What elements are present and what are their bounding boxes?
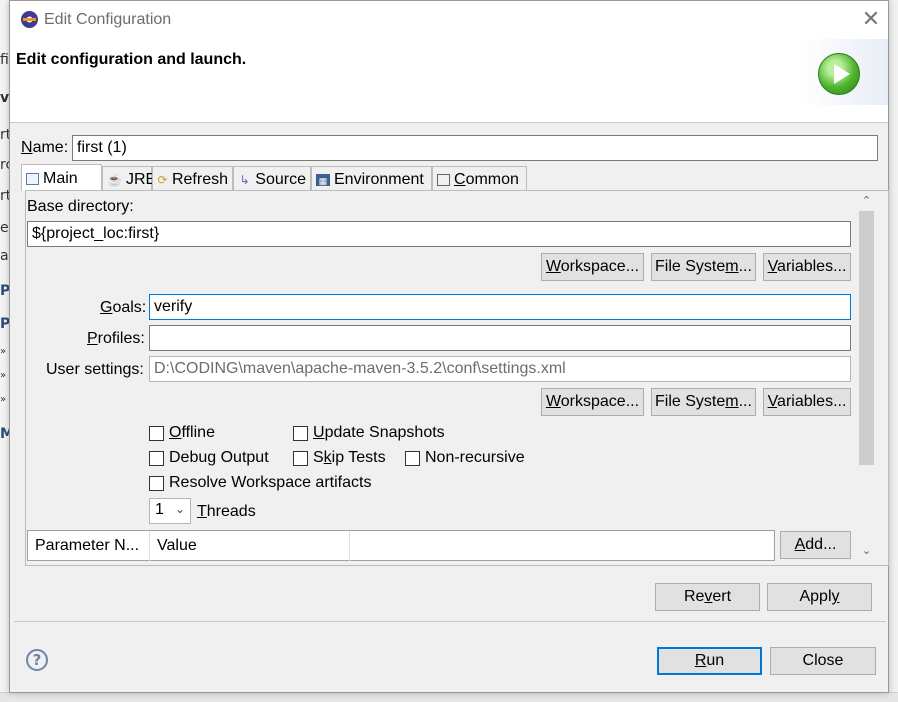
run-launch-icon (818, 53, 860, 95)
base-directory-label: Base directory: (27, 198, 134, 215)
checkbox-box[interactable] (293, 450, 308, 466)
background-fragment: v (0, 90, 10, 106)
footer-divider (14, 621, 886, 622)
run-button[interactable]: Run (657, 647, 762, 675)
user-settings-label: User settings: (46, 361, 144, 378)
checkbox-box[interactable] (149, 475, 164, 491)
base-directory-input[interactable]: ${project_loc:first} (27, 221, 851, 247)
tab-source[interactable]: ↳ Source (233, 166, 311, 190)
revert-button[interactable]: Revert (655, 583, 760, 611)
update-snapshots-checkbox[interactable]: Update Snapshots (293, 424, 445, 442)
skip-tests-checkbox[interactable]: Skip Tests (293, 449, 386, 467)
checkbox-box[interactable] (149, 450, 164, 466)
edit-configuration-dialog: Edit Configuration ✕ Edit configuration … (9, 0, 889, 693)
add-parameter-button[interactable]: Add... (780, 531, 851, 559)
tab-refresh[interactable]: ⟳ Refresh (152, 166, 233, 190)
background-fragment: fi (0, 52, 9, 68)
tab-jre[interactable]: ☕ JRE (102, 166, 156, 190)
window-title: Edit Configuration (44, 11, 172, 28)
main-tab-icon (26, 173, 39, 185)
source-icon: ↳ (239, 172, 250, 187)
scrollbar-thumb[interactable] (859, 211, 874, 465)
file-system-button[interactable]: File System... (651, 253, 756, 281)
goals-label: Goals: (100, 299, 147, 316)
name-label: Name: (21, 139, 69, 156)
profiles-input[interactable] (149, 325, 851, 351)
refresh-icon: ⟳ (157, 172, 168, 187)
vertical-scrollbar[interactable]: ⌃ ⌄ (857, 193, 876, 561)
checkbox-box[interactable] (293, 425, 308, 441)
scroll-up-icon[interactable]: ⌃ (857, 193, 876, 209)
workspace-button[interactable]: Workspace... (541, 253, 644, 281)
eclipse-logo-icon (21, 11, 38, 28)
background-fragment: » (0, 370, 7, 381)
apply-button[interactable]: Apply (767, 583, 872, 611)
background-app-bottom (0, 692, 898, 702)
threads-label: Threads (197, 503, 256, 520)
tab-main[interactable]: Main (21, 164, 102, 191)
background-fragment: » (0, 394, 7, 405)
offline-checkbox[interactable]: Offline (149, 424, 215, 442)
column-header-parameter-name[interactable]: Parameter N... (28, 531, 150, 561)
user-settings-input[interactable]: D:\CODING\maven\apache-maven-3.5.2\conf\… (149, 356, 851, 382)
column-header-value[interactable]: Value (150, 531, 350, 561)
threads-select[interactable]: 1 ⌄ (149, 498, 191, 524)
scroll-down-icon[interactable]: ⌄ (857, 543, 876, 559)
header-title: Edit configuration and launch. (16, 51, 247, 68)
file-system-button-settings[interactable]: File System... (651, 388, 756, 416)
jre-icon: ☕ (107, 172, 122, 187)
close-button[interactable]: Close (770, 647, 876, 675)
checkbox-box[interactable] (405, 450, 420, 466)
goals-input[interactable]: verify (149, 294, 851, 320)
debug-output-checkbox[interactable]: Debug Output (149, 449, 269, 467)
background-fragment: » (0, 346, 7, 357)
non-recursive-checkbox[interactable]: Non-recursive (405, 449, 525, 467)
variables-button-settings[interactable]: Variables... (763, 388, 851, 416)
tab-common[interactable]: Common (432, 166, 527, 190)
name-input[interactable]: first (1) (72, 135, 878, 161)
background-fragment: e (0, 220, 9, 236)
chevron-down-icon: ⌄ (174, 502, 185, 516)
tab-environment[interactable]: ▦ Environment (311, 166, 432, 190)
profiles-label: Profiles: (87, 330, 145, 347)
parameter-table[interactable]: Parameter N... Value (27, 530, 775, 561)
resolve-workspace-checkbox[interactable]: Resolve Workspace artifacts (149, 474, 371, 492)
checkbox-box[interactable] (149, 425, 164, 441)
close-icon[interactable]: ✕ (858, 7, 884, 33)
variables-button[interactable]: Variables... (763, 253, 851, 281)
dialog-header: Edit configuration and launch. (10, 39, 888, 123)
workspace-button-settings[interactable]: Workspace... (541, 388, 644, 416)
environment-icon: ▦ (316, 173, 330, 186)
title-bar[interactable]: Edit Configuration ✕ (10, 1, 888, 39)
common-icon (437, 173, 450, 186)
help-icon[interactable]: ? (26, 649, 48, 671)
